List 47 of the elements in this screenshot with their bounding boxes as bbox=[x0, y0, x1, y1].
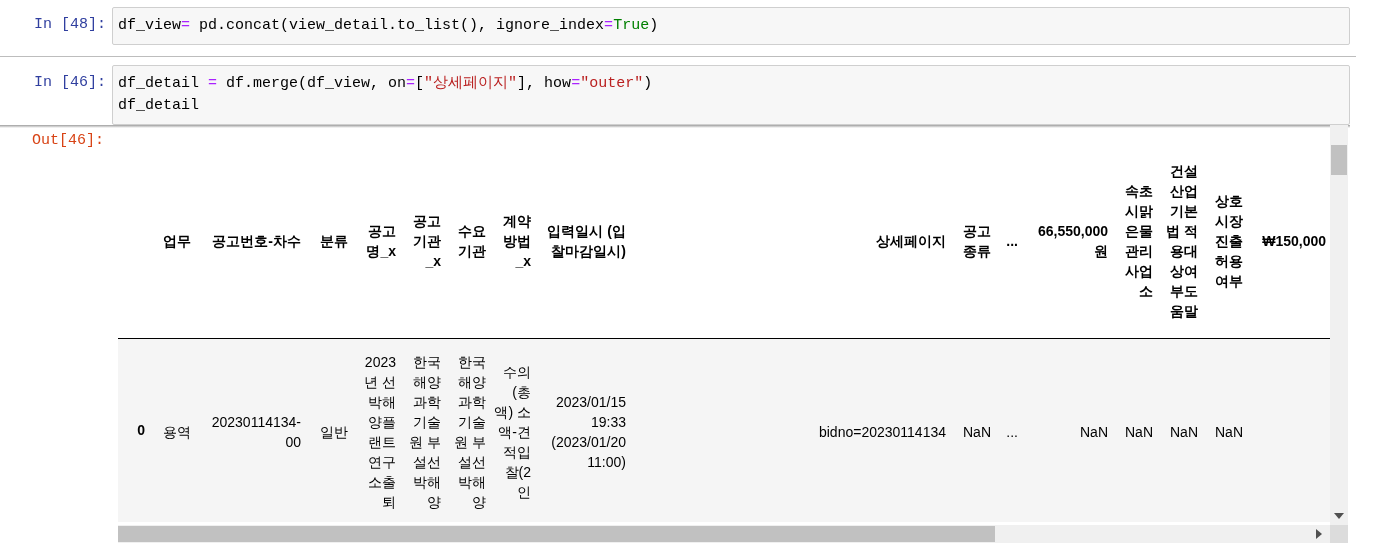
code-editor[interactable]: df_detail = df.merge(df_view, on=["상세페이지"], how="outer") df_detail bbox=[112, 65, 1350, 125]
output-prompt: Out[46]: bbox=[31, 131, 105, 151]
down-arrow-icon[interactable] bbox=[1334, 513, 1344, 519]
vertical-scrollbar[interactable] bbox=[1330, 125, 1348, 525]
row-index: 0 bbox=[118, 338, 150, 522]
code-line: df_view= pd.concat(view_detail.to_list(), ignore_index=True) bbox=[118, 16, 660, 36]
column-header: 속초시맑은물관리사업소 bbox=[1112, 145, 1157, 338]
column-header: 상호시장진출허용여부 bbox=[1202, 145, 1247, 338]
code-line: df_detail = df.merge(df_view, on=["상세페이지"], how="outer") bbox=[118, 74, 654, 94]
column-header: 공고종류 bbox=[950, 145, 995, 338]
column-header: 수요기관 bbox=[445, 145, 490, 338]
column-header: 건설산업기본법 적용대상여부도움말 bbox=[1157, 145, 1202, 338]
horizontal-scrollbar[interactable] bbox=[118, 525, 1330, 543]
column-header: 분류 bbox=[305, 145, 352, 338]
table-cell: 수의(총액) 소액-견적입찰(2인 bbox=[490, 338, 535, 522]
table-cell: NaN bbox=[1022, 338, 1112, 522]
column-header: ₩150,000 bbox=[1247, 145, 1330, 338]
scrollbar-thumb[interactable] bbox=[1331, 145, 1347, 175]
scrollbar-thumb[interactable] bbox=[118, 526, 995, 542]
column-header: 66,550,000원 bbox=[1022, 145, 1112, 338]
column-header: 업무 bbox=[150, 145, 195, 338]
table-cell: bidno=20230114134 bbox=[630, 338, 950, 522]
table-cell: ... bbox=[995, 338, 1022, 522]
column-header: 상세페이지 bbox=[630, 145, 950, 338]
input-prompt: In [46]: bbox=[33, 73, 107, 93]
column-header: 공고명_x bbox=[352, 145, 400, 338]
table-cell: 일반 bbox=[305, 338, 352, 522]
right-arrow-icon[interactable] bbox=[1316, 529, 1322, 539]
code-line: df_detail bbox=[118, 96, 200, 116]
scrollbar-corner bbox=[1330, 525, 1348, 543]
table-cell: 2023년 선박해양플랜트연구소출퇴 bbox=[352, 338, 400, 522]
table-cell: 2023/01/15 19:33 (2023/01/20 11:00) bbox=[535, 338, 630, 522]
column-header: 입력일시 (입찰마감일시) bbox=[535, 145, 630, 338]
column-header: 공고번호-차수 bbox=[195, 145, 305, 338]
table-cell: 한국해양과학기술원 부설선박해양 bbox=[445, 338, 490, 522]
column-header: ... bbox=[995, 145, 1022, 338]
table-cell: 20230114134-00 bbox=[195, 338, 305, 522]
table-cell: NaN bbox=[1157, 338, 1202, 522]
table-cell: NaN bbox=[1202, 338, 1247, 522]
table-cell: 한국해양과학기술원 부설선박해양 bbox=[400, 338, 445, 522]
table-cell: 용역 bbox=[150, 338, 195, 522]
column-header: 계약방법_x bbox=[490, 145, 535, 338]
code-editor[interactable]: df_view= pd.concat(view_detail.to_list(), ignore_index=True) bbox=[112, 7, 1350, 45]
table-cell: NaN bbox=[950, 338, 995, 522]
table-cell: NaN bbox=[1112, 338, 1157, 522]
input-prompt: In [48]: bbox=[33, 15, 107, 35]
column-header: 공고기관_x bbox=[400, 145, 445, 338]
